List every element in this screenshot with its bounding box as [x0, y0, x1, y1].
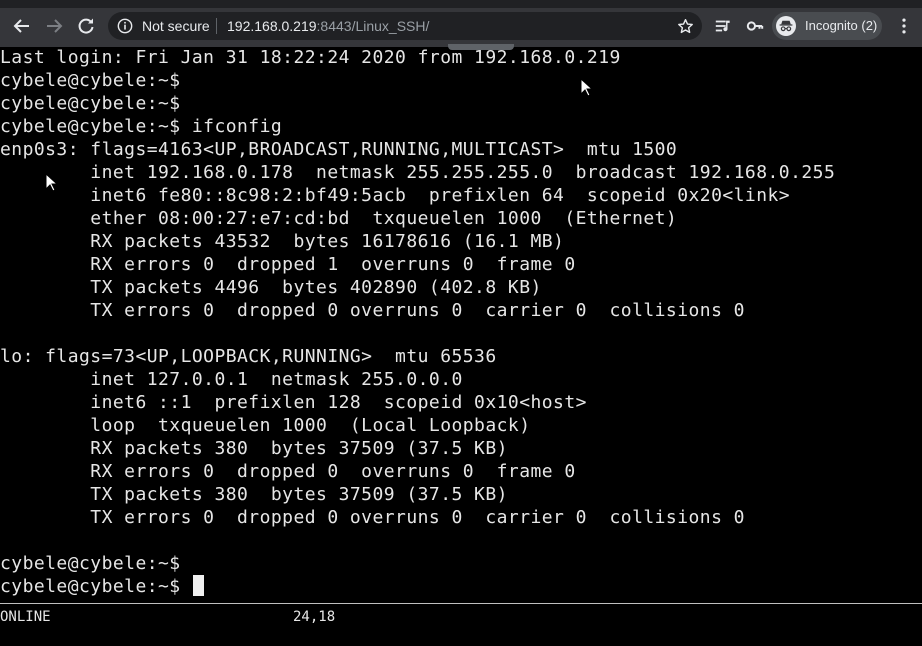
url-text[interactable]: 192.168.0.219:8443/Linux_SSH/ — [227, 18, 429, 34]
media-control-icon[interactable] — [712, 15, 734, 37]
status-mode: ONLINE — [0, 609, 51, 625]
terminal-line: loop txqueuelen 1000 (Local Loopback) — [0, 415, 531, 436]
tab-strip — [0, 0, 922, 8]
terminal-line: inet6 ::1 prefixlen 128 scopeid 0x10<hos… — [0, 392, 587, 413]
url-host: 192.168.0.219 — [227, 18, 317, 34]
terminal-line: TX packets 380 bytes 37509 (37.5 KB) — [0, 484, 508, 505]
arrow-left-icon — [13, 19, 29, 33]
bookmark-star-icon[interactable] — [676, 17, 694, 35]
incognito-icon — [776, 16, 796, 36]
terminal-line: inet 127.0.0.1 netmask 255.0.0.0 — [0, 369, 463, 390]
status-bar: ONLINE 24,18 — [0, 603, 922, 646]
terminal-line: cybele@cybele:~$ — [0, 93, 181, 114]
terminal-line: Last login: Fri Jan 31 18:22:24 2020 fro… — [0, 47, 621, 68]
browser-menu-icon[interactable] — [894, 15, 914, 37]
mouse-pointer-icon — [45, 173, 59, 192]
terminal-line: lo: flags=73<UP,LOOPBACK,RUNNING> mtu 65… — [0, 346, 497, 367]
terminal-line: cybele@cybele:~$ ifconfig — [0, 116, 283, 137]
omnibox-divider — [216, 18, 217, 34]
terminal-line: TX errors 0 dropped 0 overruns 0 carrier… — [0, 507, 745, 528]
terminal-line: ether 08:00:27:e7:cd:bd txqueuelen 1000 … — [0, 208, 678, 229]
back-button[interactable] — [10, 14, 34, 38]
ssh-terminal[interactable]: Last login: Fri Jan 31 18:22:24 2020 fro… — [0, 47, 922, 603]
terminal-line: inet6 fe80::8c98:2:bf49:5acb prefixlen 6… — [0, 185, 791, 206]
forward-button[interactable] — [42, 14, 66, 38]
cursor-position: 24,18 — [293, 609, 336, 625]
terminal-line: RX packets 380 bytes 37509 (37.5 KB) — [0, 438, 508, 459]
terminal-cursor — [192, 575, 204, 596]
terminal-line: enp0s3: flags=4163<UP,BROADCAST,RUNNING,… — [0, 139, 678, 160]
terminal-line: TX errors 0 dropped 0 overruns 0 carrier… — [0, 300, 745, 321]
terminal-line: RX errors 0 dropped 0 overruns 0 frame 0 — [0, 461, 576, 482]
terminal-line: cybele@cybele:~$ — [0, 70, 181, 91]
terminal-line: RX errors 0 dropped 1 overruns 0 frame 0 — [0, 254, 576, 275]
terminal-line: TX packets 4496 bytes 402890 (402.8 KB) — [0, 277, 542, 298]
terminal-prompt-line[interactable]: cybele@cybele:~$ — [0, 575, 204, 598]
key-icon[interactable] — [744, 15, 766, 37]
security-label[interactable]: Not secure — [142, 18, 210, 34]
incognito-label: Incognito (2) — [805, 18, 878, 33]
reload-button[interactable] — [74, 14, 98, 38]
mouse-pointer-icon — [580, 78, 594, 97]
url-path: :8443/Linux_SSH/ — [316, 18, 430, 34]
terminal-line: cybele@cybele:~$ — [0, 553, 181, 574]
incognito-button[interactable]: Incognito (2) — [772, 12, 882, 40]
reload-icon — [78, 18, 94, 34]
terminal-line: RX packets 43532 bytes 16178616 (16.1 MB… — [0, 231, 565, 252]
terminal-line: inet 192.168.0.178 netmask 255.255.255.0… — [0, 162, 836, 183]
terminal-prompt: cybele@cybele:~$ — [0, 576, 192, 597]
tab-handle[interactable] — [448, 44, 514, 50]
arrow-right-icon — [47, 19, 63, 33]
address-bar[interactable]: Not secure 192.168.0.219:8443/Linux_SSH/ — [108, 12, 702, 40]
info-icon[interactable] — [116, 17, 134, 35]
